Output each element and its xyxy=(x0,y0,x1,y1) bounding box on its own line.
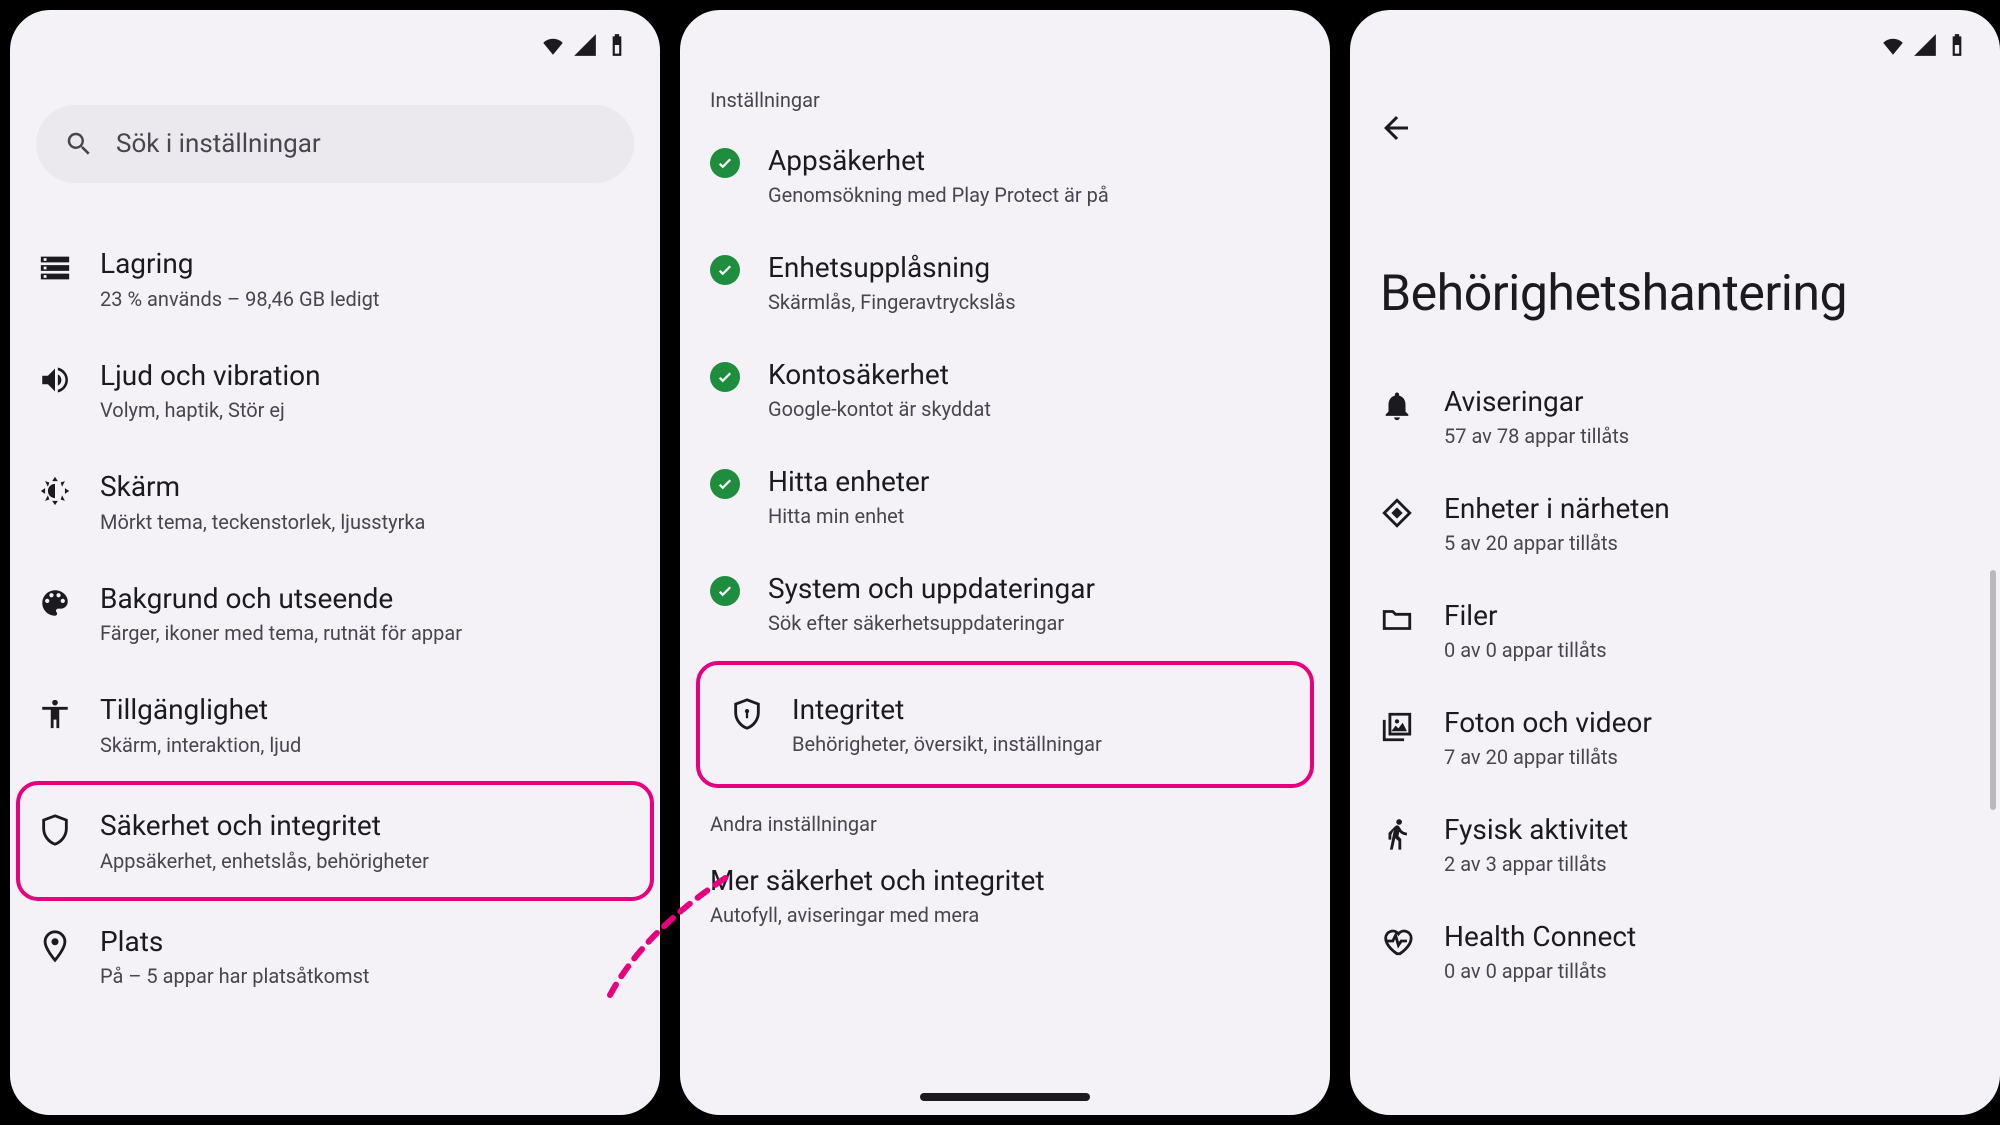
signal-icon xyxy=(572,32,598,58)
settings-item-location[interactable]: PlatsPå – 5 appar har platsåtkomst xyxy=(20,901,650,1013)
battery-icon xyxy=(604,32,630,58)
photos-icon xyxy=(1380,710,1414,744)
settings-item-accessibility[interactable]: TillgänglighetSkärm, interaktion, ljud xyxy=(20,669,650,781)
perm-item-nearby[interactable]: Enheter i närheten5 av 20 appar tillåts xyxy=(1350,470,2000,577)
check-icon xyxy=(710,576,740,606)
location-icon xyxy=(38,929,72,963)
highlight-privacy: IntegritetBehörigheter, översikt, instäl… xyxy=(696,661,1314,788)
item-device-unlock[interactable]: EnhetsupplåsningSkärmlås, Fingeravtrycks… xyxy=(680,229,1330,336)
page-title: Behörighetshantering xyxy=(1350,10,2000,363)
status-bar xyxy=(540,32,630,58)
signal-icon xyxy=(1912,32,1938,58)
check-icon xyxy=(710,469,740,499)
status-bar xyxy=(1880,32,1970,58)
storage-icon xyxy=(38,251,72,285)
perm-item-photos[interactable]: Foton och videor7 av 20 appar tillåts xyxy=(1350,684,2000,791)
screen-security-privacy: Inställningar AppsäkerhetGenomsökning me… xyxy=(680,10,1330,1115)
back-button[interactable] xyxy=(1378,110,1414,146)
shield-icon xyxy=(38,813,72,847)
settings-item-sound[interactable]: Ljud och vibrationVolym, haptik, Stör ej xyxy=(20,335,650,447)
settings-item-security-privacy[interactable]: Säkerhet och integritetAppsäkerhet, enhe… xyxy=(16,781,654,901)
bell-icon xyxy=(1380,389,1414,423)
wifi-icon xyxy=(1880,32,1906,58)
privacy-shield-icon xyxy=(730,697,764,731)
sound-icon xyxy=(38,363,72,397)
settings-item-wallpaper[interactable]: Bakgrund och utseendeFärger, ikoner med … xyxy=(20,558,650,670)
other-settings-header: Andra inställningar xyxy=(680,798,1330,846)
health-icon xyxy=(1380,924,1414,958)
folder-icon xyxy=(1380,603,1414,637)
perm-item-health[interactable]: Health Connect0 av 0 appar tillåts xyxy=(1350,898,2000,1005)
settings-item-storage[interactable]: Lagring23 % används – 98,46 GB ledigt xyxy=(20,223,650,335)
item-app-security[interactable]: AppsäkerhetGenomsökning med Play Protect… xyxy=(680,122,1330,229)
screen-settings-main: Sök i inställningar Lagring23 % används … xyxy=(10,10,660,1115)
perm-item-files[interactable]: Filer0 av 0 appar tillåts xyxy=(1350,577,2000,684)
battery-icon xyxy=(1944,32,1970,58)
accessibility-icon xyxy=(38,697,72,731)
item-system-updates[interactable]: System och uppdateringarSök efter säkerh… xyxy=(680,550,1330,657)
item-find-devices[interactable]: Hitta enheterHitta min enhet xyxy=(680,443,1330,550)
perm-item-activity[interactable]: Fysisk aktivitet2 av 3 appar tillåts xyxy=(1350,791,2000,898)
settings-item-display[interactable]: SkärmMörkt tema, teckenstorlek, ljusstyr… xyxy=(20,446,650,558)
gesture-handle xyxy=(920,1093,1090,1101)
palette-icon xyxy=(38,586,72,620)
item-more-security[interactable]: Mer säkerhet och integritetAutofyll, avi… xyxy=(680,846,1330,945)
run-icon xyxy=(1380,817,1414,851)
screen-permission-manager: Behörighetshantering Aviseringar57 av 78… xyxy=(1350,10,2000,1115)
check-icon xyxy=(710,255,740,285)
search-icon xyxy=(64,129,94,159)
search-settings[interactable]: Sök i inställningar xyxy=(36,105,634,183)
wifi-icon xyxy=(540,32,566,58)
check-icon xyxy=(710,362,740,392)
search-placeholder: Sök i inställningar xyxy=(116,129,321,159)
scrollbar[interactable] xyxy=(1990,570,1996,810)
header-label: Inställningar xyxy=(680,10,1330,122)
item-account-security[interactable]: KontosäkerhetGoogle-kontot är skyddat xyxy=(680,336,1330,443)
nearby-icon xyxy=(1380,496,1414,530)
check-icon xyxy=(710,148,740,178)
perm-item-notifications[interactable]: Aviseringar57 av 78 appar tillåts xyxy=(1350,363,2000,470)
display-icon xyxy=(38,474,72,508)
item-privacy[interactable]: IntegritetBehörigheter, översikt, instäl… xyxy=(700,665,1310,784)
